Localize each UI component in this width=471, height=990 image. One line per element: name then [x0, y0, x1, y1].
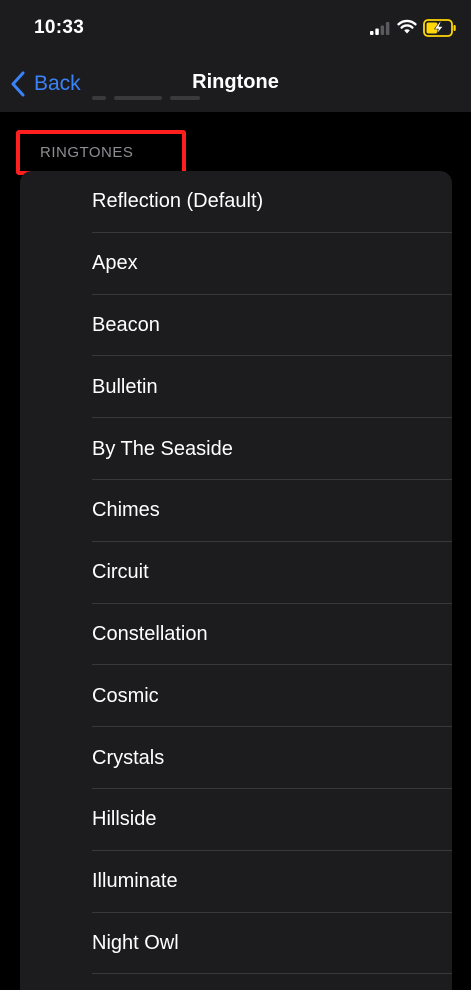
ringtone-label: Illuminate [92, 870, 178, 893]
ringtone-item[interactable]: Cosmic [20, 665, 452, 727]
ringtone-label: Bulletin [92, 375, 158, 398]
ringtone-label: Night Owl [92, 931, 179, 954]
ringtone-item[interactable]: By The Seaside [20, 418, 452, 480]
ringtone-item[interactable]: Illuminate [20, 851, 452, 913]
ringtone-item[interactable]: Hillside [20, 789, 452, 851]
page-title: Ringtone [192, 71, 279, 93]
ringtone-item[interactable]: Night Owl [20, 913, 452, 975]
wifi-icon [397, 19, 417, 34]
ringtone-label: Apex [92, 252, 138, 275]
screen: 10:33 Back Ringtone RINGTONES Reflection… [0, 0, 471, 990]
ringtone-item[interactable]: Crystals [20, 727, 452, 789]
ringtone-item[interactable]: Reflection (Default) [20, 171, 452, 233]
ringtone-item[interactable]: Beacon [20, 295, 452, 357]
highlight-annotation [16, 130, 186, 175]
status-time: 10:33 [34, 17, 85, 38]
ringtone-label: Chimes [92, 499, 160, 522]
ringtone-label: By The Seaside [92, 437, 233, 460]
ringtone-label: Crystals [92, 746, 165, 769]
ringtone-item[interactable]: Bulletin [20, 356, 452, 418]
ringtone-label: Cosmic [92, 684, 159, 707]
ringtone-label: Constellation [92, 622, 208, 645]
navigation-bar: Back Ringtone [0, 58, 471, 112]
ringtone-item[interactable]: Constellation [20, 604, 452, 666]
ringtone-label: Circuit [92, 561, 149, 584]
ringtone-list: Reflection (Default) Apex Beacon Bulleti… [20, 171, 452, 990]
signal-icon [370, 22, 390, 35]
ringtone-item[interactable]: Apex [20, 233, 452, 295]
battery-charging-icon [423, 19, 456, 37]
ringtone-label: Beacon [92, 313, 160, 336]
ringtone-label: Hillside [92, 808, 157, 831]
scrolled-content-remnant [92, 92, 212, 112]
ringtone-label: Reflection (Default) [92, 190, 264, 213]
ringtone-item[interactable]: Circuit [20, 542, 452, 604]
ringtone-item[interactable]: Chimes [20, 480, 452, 542]
status-bar: 10:33 [0, 0, 471, 58]
